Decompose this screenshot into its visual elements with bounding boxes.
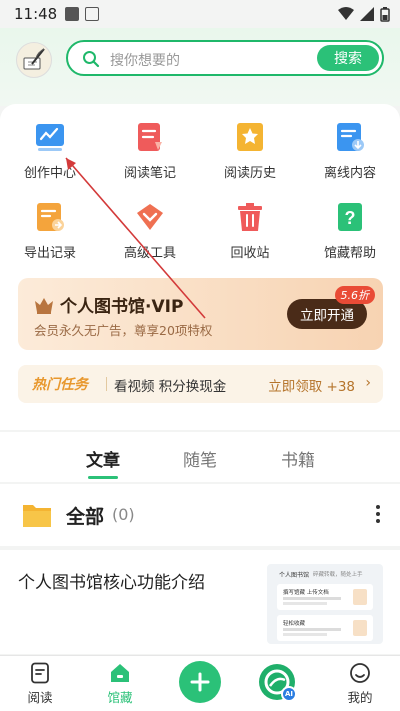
- status-bar: 11:48: [0, 0, 400, 28]
- ai-badge: AI: [281, 686, 297, 702]
- vip-title: 个人图书馆·VIP: [60, 297, 184, 317]
- help-icon: ?: [335, 202, 365, 232]
- thumb-card-title: 轻松收藏: [283, 621, 306, 627]
- vip-banner[interactable]: 个人图书馆·VIP 会员永久无广告，尊享20项特权 立即开通 5.6折: [18, 278, 383, 350]
- active-tab-indicator: [88, 476, 118, 479]
- signal-icon: [360, 7, 374, 21]
- star-book-icon: [235, 122, 265, 152]
- trash-icon: [235, 202, 265, 232]
- crown-icon: [35, 298, 53, 314]
- discount-badge: 5.6折: [334, 286, 375, 304]
- nav-library[interactable]: 馆藏: [90, 662, 150, 706]
- read-icon: [31, 662, 49, 684]
- ai-assistant-button[interactable]: AI: [259, 664, 297, 702]
- more-options-icon[interactable]: [376, 502, 380, 526]
- grid-item-label: 回收站: [230, 246, 270, 261]
- wifi-icon: [338, 7, 354, 20]
- folder-icon: [23, 505, 51, 527]
- tools-card: 创作中心 阅读笔记 阅读历史 离线内容 导出记录 高级工具 回收站 ? 馆藏帮助…: [0, 104, 400, 430]
- thumb-card-title: 撰写馆藏 上传文档: [283, 590, 329, 596]
- divider: [106, 377, 107, 391]
- search-icon: [83, 51, 100, 68]
- grid-item-library-help[interactable]: ? 馆藏帮助: [300, 202, 400, 274]
- nav-label: 阅读: [27, 690, 53, 705]
- grid-item-label: 高级工具: [123, 246, 176, 261]
- vip-subtitle: 会员永久无广告，尊享20项特权: [34, 323, 213, 338]
- header: 搜你想要的 搜索: [0, 28, 400, 106]
- avatar[interactable]: [16, 42, 52, 78]
- chevron-right-icon: ›: [365, 375, 371, 391]
- article-title: 个人图书馆核心功能介绍: [18, 573, 205, 593]
- grid-item-label: 导出记录: [23, 246, 76, 261]
- content-tabs: 文章 随笔 书籍: [0, 432, 400, 482]
- nav-label: 馆藏: [107, 690, 133, 705]
- image-notification-icon: [65, 7, 80, 21]
- tab-articles[interactable]: 文章: [73, 446, 133, 471]
- download-doc-icon: [335, 122, 365, 152]
- bottom-navigation: 阅读 馆藏 AI 我的: [0, 655, 400, 711]
- add-button[interactable]: [179, 661, 221, 703]
- grid-item-reading-notes[interactable]: 阅读笔记: [100, 122, 200, 194]
- hot-task-desc: 看视频 积分换现金: [114, 379, 227, 395]
- hot-task-bar[interactable]: 热门任务 看视频 积分换现金 立即领取 +38 ›: [18, 365, 383, 403]
- quill-avatar-icon: [23, 48, 45, 70]
- search-button[interactable]: 搜索: [317, 45, 379, 71]
- grid-item-label: 馆藏帮助: [323, 246, 376, 261]
- grid-item-advanced-tools[interactable]: 高级工具: [100, 202, 200, 274]
- tab-essays[interactable]: 随笔: [170, 446, 230, 471]
- grid-item-recycle-bin[interactable]: 回收站: [200, 202, 300, 274]
- hot-task-tag: 热门任务: [32, 377, 88, 393]
- library-icon: [111, 664, 129, 682]
- status-time: 11:48: [14, 5, 58, 23]
- chart-board-icon: [35, 122, 65, 152]
- profile-icon: [350, 663, 370, 683]
- nav-profile[interactable]: 我的: [330, 662, 390, 706]
- add-icon: [190, 672, 210, 692]
- grid-item-label: 离线内容: [323, 166, 376, 181]
- grid-item-reading-history[interactable]: 阅读历史: [200, 122, 300, 194]
- folder-name: 全部: [66, 506, 105, 528]
- grid-item-export-records[interactable]: 导出记录: [0, 202, 100, 274]
- grid-item-label: 阅读笔记: [123, 166, 176, 181]
- thumb-title: 个人图书馆: [279, 572, 310, 579]
- nav-read[interactable]: 阅读: [10, 662, 70, 706]
- svg-text:?: ?: [345, 208, 356, 228]
- heart-badge-icon: [135, 202, 165, 232]
- battery-icon: [380, 6, 390, 22]
- nav-label: 我的: [347, 690, 373, 705]
- grid-item-label: 阅读历史: [223, 166, 276, 181]
- claim-link[interactable]: 立即领取 +38: [268, 375, 355, 395]
- folder-count: (0): [112, 505, 135, 524]
- article-thumbnail: 个人图书馆 碎藏转载，随处上手 撰写馆藏 上传文档 轻松收藏: [267, 564, 383, 644]
- thumb-card: 轻松收藏: [277, 615, 373, 641]
- grid-item-creation-center[interactable]: 创作中心: [0, 122, 100, 194]
- search-input[interactable]: 搜你想要的: [110, 50, 180, 70]
- note-icon: [135, 122, 165, 152]
- app-notification-icon: [85, 7, 100, 21]
- thumb-card: 撰写馆藏 上传文档: [277, 584, 373, 610]
- grid-item-label: 创作中心: [23, 166, 76, 181]
- article-item[interactable]: 个人图书馆核心功能介绍 个人图书馆 碎藏转载，随处上手 撰写馆藏 上传文档 轻松…: [0, 550, 400, 654]
- folder-row[interactable]: 全部 (0): [0, 484, 400, 546]
- search-bar[interactable]: 搜你想要的 搜索: [66, 40, 384, 76]
- grid-item-offline-content[interactable]: 离线内容: [300, 122, 400, 194]
- export-doc-icon: [35, 202, 65, 232]
- thumb-subtitle: 碎藏转载，随处上手: [313, 572, 363, 578]
- tab-books[interactable]: 书籍: [268, 446, 328, 471]
